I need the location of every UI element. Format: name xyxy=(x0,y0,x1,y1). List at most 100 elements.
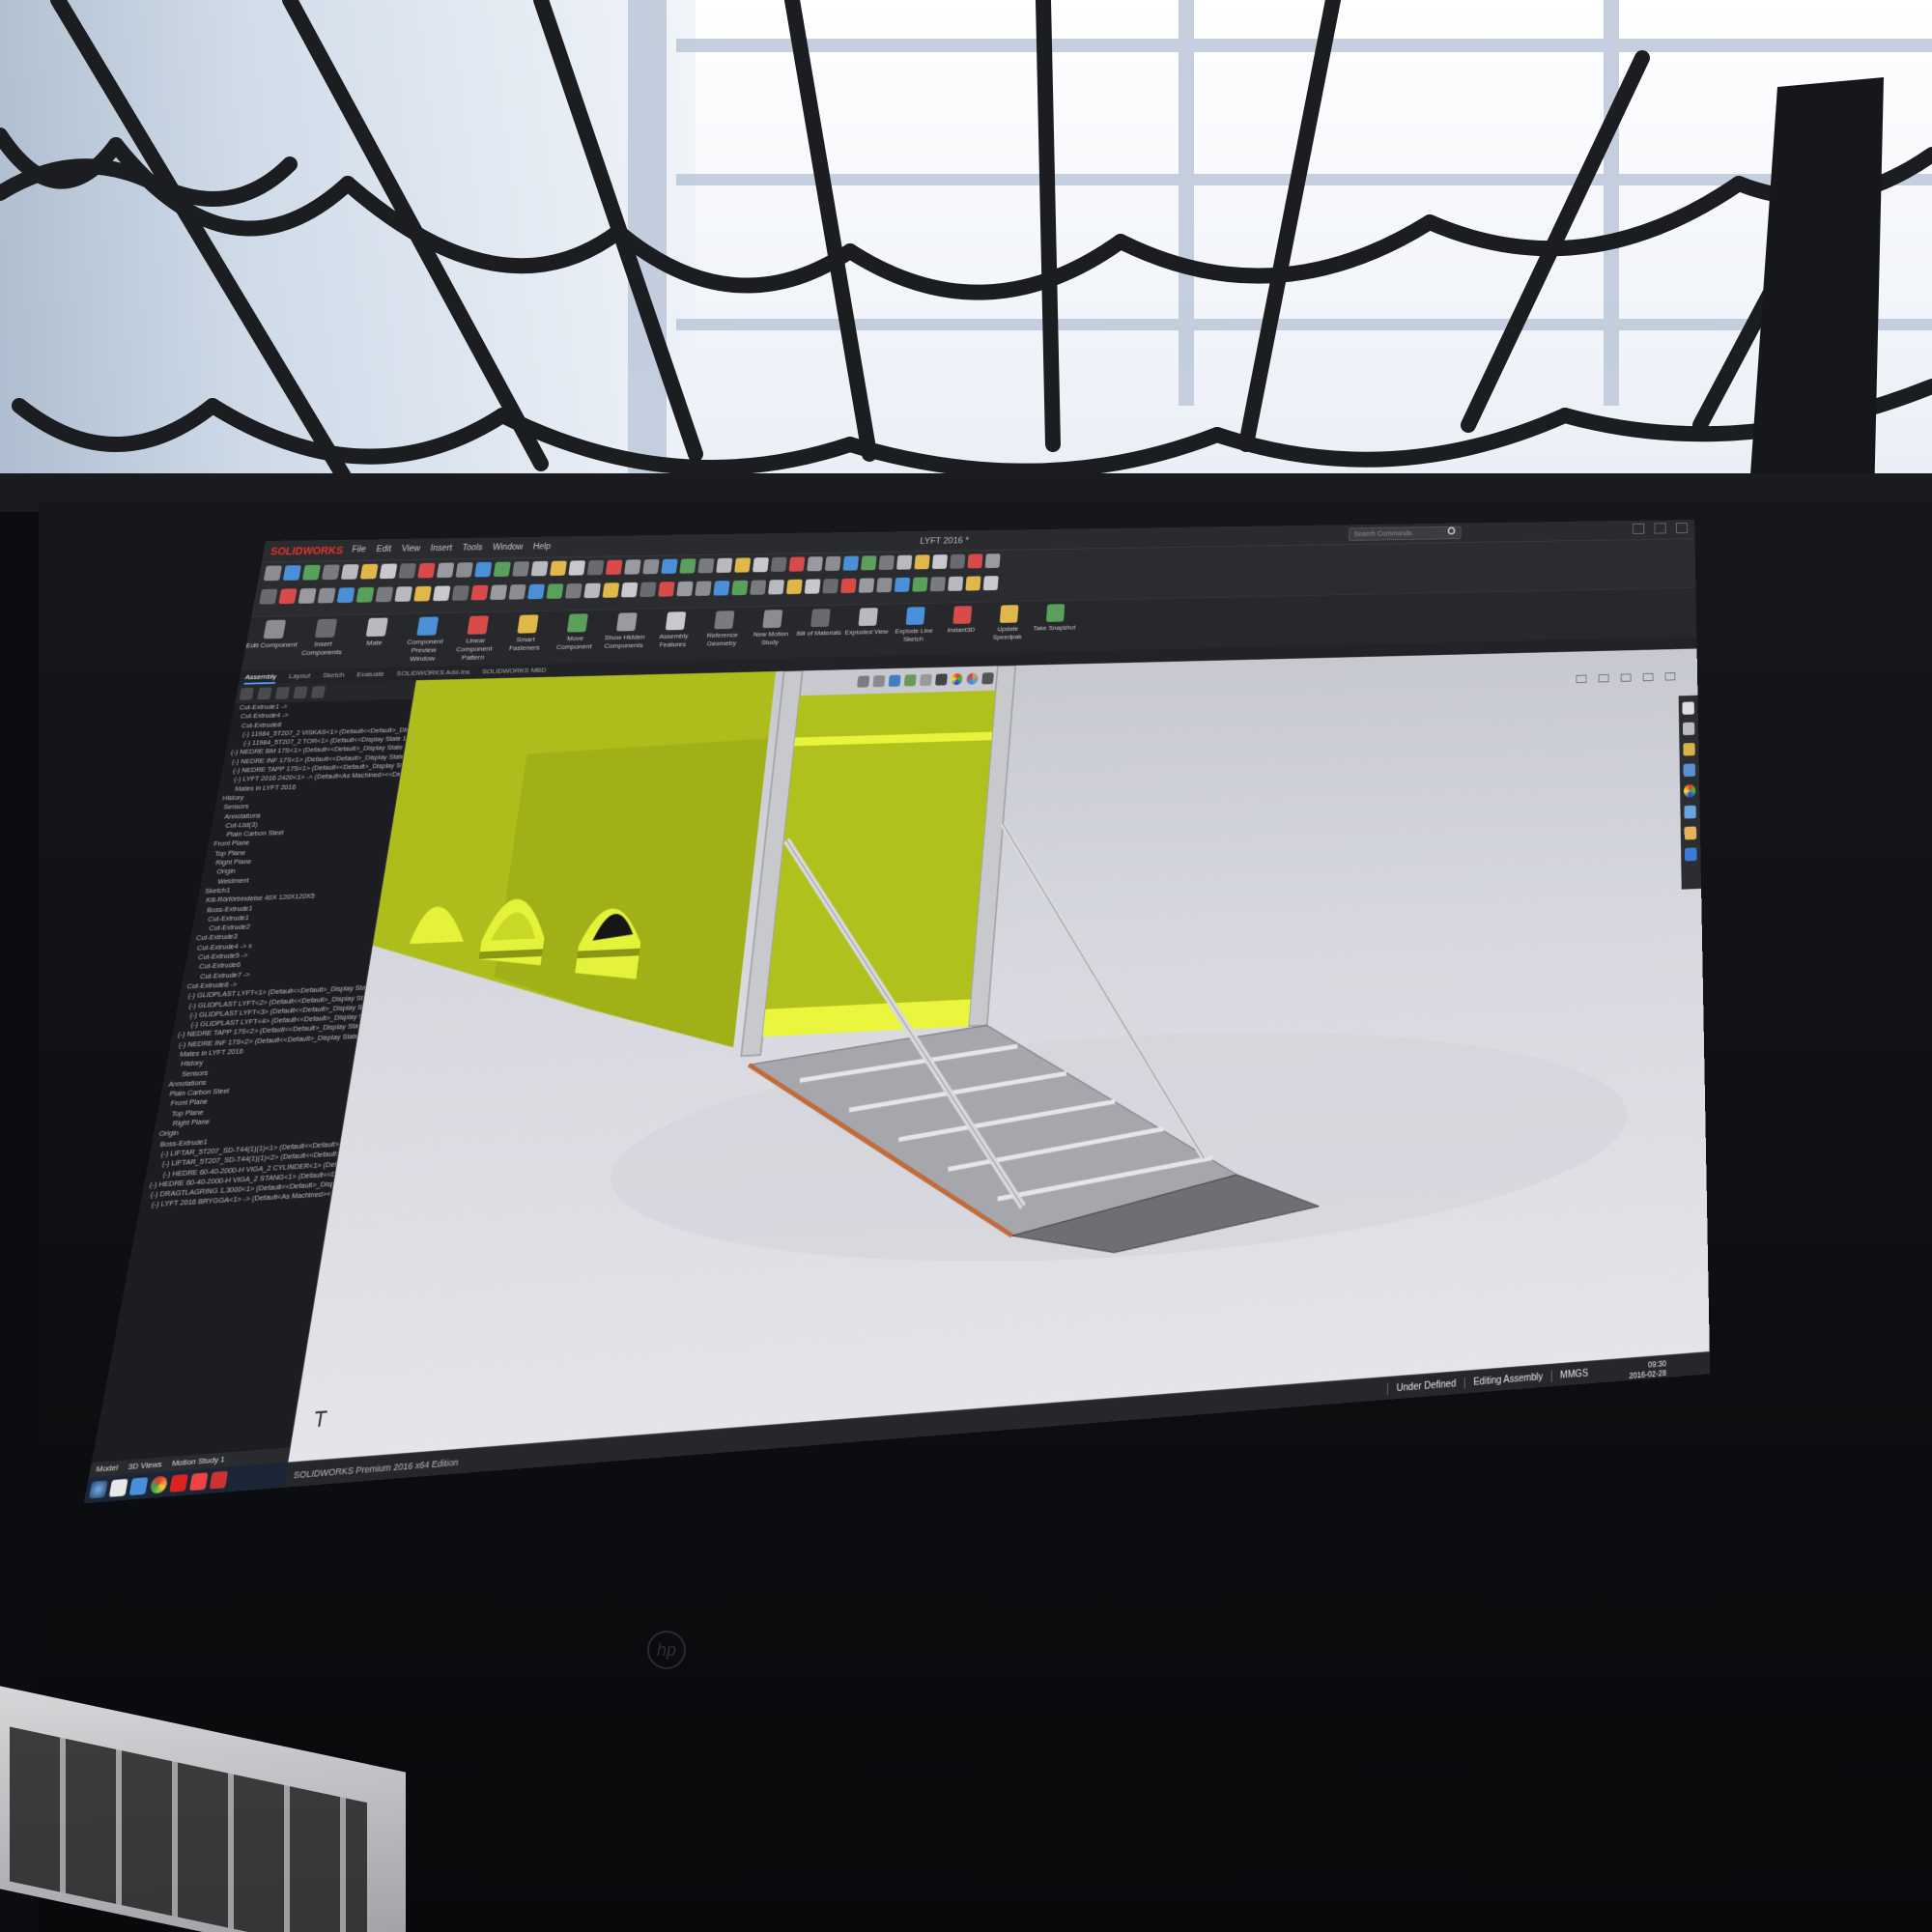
toolbar-icon[interactable] xyxy=(321,564,340,581)
toolbar-icon[interactable] xyxy=(676,581,694,597)
toolbar-icon[interactable] xyxy=(713,581,730,596)
toolbar-icon[interactable] xyxy=(982,576,999,591)
toolbar-icon[interactable] xyxy=(679,558,696,574)
toolbar-icon[interactable] xyxy=(263,565,283,582)
toolbar-icon[interactable] xyxy=(474,561,493,578)
menu-file[interactable]: File xyxy=(350,545,369,554)
toolbar-icon[interactable] xyxy=(301,564,322,581)
toolbar-icon[interactable] xyxy=(788,556,806,572)
dim-xpert-icon[interactable] xyxy=(293,686,308,699)
toolbar-icon[interactable] xyxy=(436,562,455,579)
view-settings-icon[interactable] xyxy=(981,672,994,685)
toolbar-icon[interactable] xyxy=(824,555,841,572)
view-palette-icon[interactable] xyxy=(1683,763,1696,778)
toolbar-icon[interactable] xyxy=(768,580,785,595)
toolbar-icon[interactable] xyxy=(948,576,964,591)
tab-sketch[interactable]: Sketch xyxy=(322,668,346,683)
toolbar-icon[interactable] xyxy=(451,585,470,601)
solidworks-forum-icon[interactable] xyxy=(1684,826,1697,840)
close-button[interactable] xyxy=(1675,523,1688,534)
viewport-close-icon[interactable] xyxy=(1664,672,1676,681)
acrobat-icon[interactable] xyxy=(169,1473,188,1492)
toolbar-icon[interactable] xyxy=(340,564,359,580)
viewport-restore-icon[interactable] xyxy=(1642,672,1654,682)
command-insert-components[interactable]: Insert Components xyxy=(296,618,354,658)
toolbar-icon[interactable] xyxy=(417,562,436,579)
solidworks-logo[interactable]: SOLIDWORKS xyxy=(263,544,352,556)
toolbar-icon[interactable] xyxy=(282,565,302,581)
toolbar-icon[interactable] xyxy=(734,557,752,573)
toolbar-icon[interactable] xyxy=(623,559,641,575)
toolbar-icon[interactable] xyxy=(876,578,893,593)
toolbar-icon[interactable] xyxy=(860,555,877,571)
file-explorer-icon[interactable] xyxy=(1683,742,1695,756)
toolbar-icon[interactable] xyxy=(912,577,928,592)
toolbar-icon[interactable] xyxy=(731,580,749,596)
toolbar-icon[interactable] xyxy=(394,586,413,602)
display-style-icon[interactable] xyxy=(919,673,932,687)
toolbar-icon[interactable] xyxy=(658,582,675,597)
toolbar-icon[interactable] xyxy=(489,584,508,601)
tab-layout[interactable]: Layout xyxy=(288,669,312,684)
toolbar-icon[interactable] xyxy=(642,558,660,575)
command-linear-pattern[interactable]: Linear Component Pattern xyxy=(447,615,504,663)
toolbar-icon[interactable] xyxy=(455,562,473,578)
menu-tools[interactable]: Tools xyxy=(460,544,485,554)
tab-assembly[interactable]: Assembly xyxy=(243,669,278,685)
toolbar-icon[interactable] xyxy=(965,576,981,591)
restore-button[interactable] xyxy=(1654,523,1666,534)
toolbar-icon[interactable] xyxy=(752,557,770,573)
appearances-icon[interactable] xyxy=(1683,783,1696,798)
menu-insert[interactable]: Insert xyxy=(428,544,454,554)
command-assembly-features[interactable]: Assembly Features xyxy=(647,611,700,650)
toolbar-icon[interactable] xyxy=(620,582,639,598)
command-snapshot[interactable]: Take Snapshot xyxy=(1031,604,1079,633)
toolbar-icon[interactable] xyxy=(639,582,657,598)
command-edit-component[interactable]: Edit Component xyxy=(245,619,302,650)
toolbar-icon[interactable] xyxy=(375,586,394,603)
toolbar-icon[interactable] xyxy=(586,559,605,576)
command-move-component[interactable]: Move Component xyxy=(549,613,604,652)
toolbar-icon[interactable] xyxy=(336,587,355,604)
toolbar-icon[interactable] xyxy=(470,584,489,601)
assembly-3d-model[interactable] xyxy=(288,648,1710,1462)
scene-icon[interactable] xyxy=(966,672,979,685)
toolbar-icon[interactable] xyxy=(822,579,839,594)
toolbar-icon[interactable] xyxy=(530,560,549,577)
search-commands-input[interactable]: Search Commands xyxy=(1348,526,1462,541)
toolbar-icon[interactable] xyxy=(583,582,602,599)
chrome-icon[interactable] xyxy=(149,1475,169,1494)
app-taskbar-icon[interactable] xyxy=(209,1470,229,1490)
toolbar-icon[interactable] xyxy=(278,588,298,605)
command-preview-window[interactable]: Component Preview Window xyxy=(396,616,454,664)
toolbar-icon[interactable] xyxy=(858,578,875,593)
solidworks-taskbar-icon[interactable] xyxy=(188,1472,209,1492)
design-library-icon[interactable] xyxy=(1682,722,1695,736)
toolbar-icon[interactable] xyxy=(661,558,678,575)
command-explode-line[interactable]: Explode Line Sketch xyxy=(889,607,939,644)
3dexperience-icon[interactable] xyxy=(1684,847,1697,862)
toolbar-icon[interactable] xyxy=(695,581,712,596)
toolbar-icon[interactable] xyxy=(493,561,511,578)
toolbar-icon[interactable] xyxy=(546,583,564,599)
toolbar-icon[interactable] xyxy=(298,587,317,604)
system-clock[interactable]: 09:30 2016-02-28 xyxy=(1629,1358,1666,1380)
toolbar-icon[interactable] xyxy=(785,579,803,595)
toolbar-icon[interactable] xyxy=(895,554,913,570)
toolbar-icon[interactable] xyxy=(605,559,623,576)
toolbar-icon[interactable] xyxy=(568,560,586,576)
toolbar-icon[interactable] xyxy=(914,554,930,570)
toolbar-icon[interactable] xyxy=(950,554,966,569)
toolbar-icon[interactable] xyxy=(839,578,857,594)
toolbar-icon[interactable] xyxy=(413,585,432,602)
home-icon[interactable] xyxy=(1682,701,1694,715)
toolbar-icon[interactable] xyxy=(929,577,947,592)
toolbar-icon[interactable] xyxy=(602,582,620,598)
toolbar-icon[interactable] xyxy=(549,560,567,577)
menu-view[interactable]: View xyxy=(399,544,422,554)
toolbar-icon[interactable] xyxy=(750,580,767,595)
zoom-area-icon[interactable] xyxy=(872,675,886,688)
toolbar-icon[interactable] xyxy=(967,554,983,569)
toolbar-icon[interactable] xyxy=(398,563,417,579)
toolbar-icon[interactable] xyxy=(807,556,824,572)
